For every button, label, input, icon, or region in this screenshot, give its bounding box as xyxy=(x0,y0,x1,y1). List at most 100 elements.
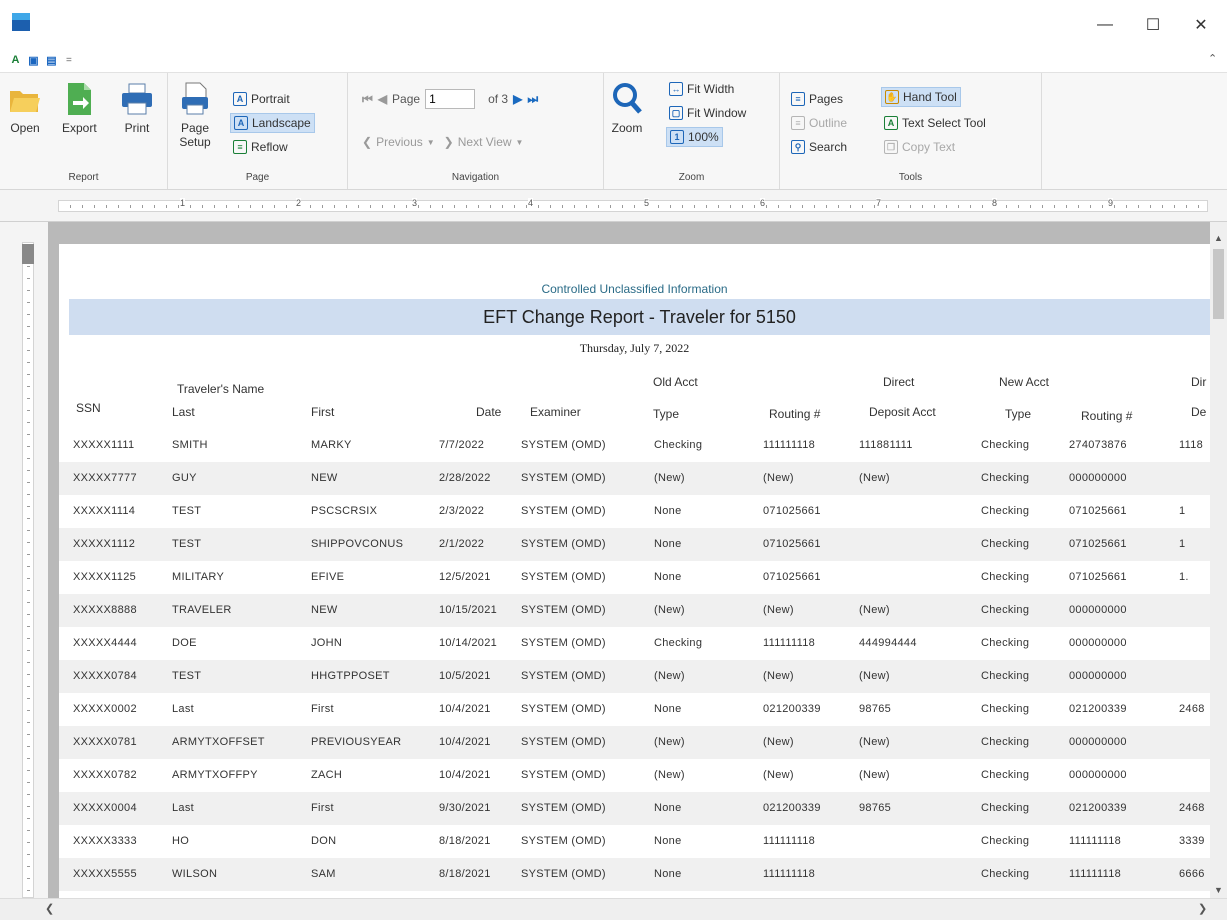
cell-new-type: Checking xyxy=(981,769,1030,781)
table-row: XXXXX1114 TEST PSCSCRSIX 2/3/2022 SYSTEM (OM… xyxy=(59,495,1210,528)
table-row: XXXXX4444 DOE JOHN 10/14/2021 SYSTEM (OMD) Ch… xyxy=(59,627,1210,660)
cell-new-type: Checking xyxy=(981,703,1030,715)
next-view-label: Next View xyxy=(457,135,512,149)
cell-first-name: HHGTPPOSET xyxy=(311,670,390,682)
scroll-right-icon[interactable]: ❯ xyxy=(1198,902,1207,915)
vertical-scroll-thumb[interactable] xyxy=(1213,249,1224,319)
cell-ssn: XXXXX5555 xyxy=(73,868,137,880)
cell-examiner: SYSTEM (OMD) xyxy=(521,835,606,847)
cell-old-routing: (New) xyxy=(763,736,794,748)
ruler-number: 8 xyxy=(992,198,998,208)
collapse-ribbon-icon[interactable]: ⌃ xyxy=(1208,52,1217,65)
cell-ssn: XXXXX0004 xyxy=(73,802,137,814)
cell-examiner: SYSTEM (OMD) xyxy=(521,736,606,748)
minimize-button[interactable]: — xyxy=(1087,10,1123,40)
cell-new-routing: 000000000 xyxy=(1069,736,1127,748)
next-view-button[interactable]: ❯ Next View ▼ xyxy=(444,135,524,149)
cell-new-type: Checking xyxy=(981,835,1030,847)
cell-examiner: SYSTEM (OMD) xyxy=(521,439,606,451)
ruler-number: 6 xyxy=(760,198,766,208)
cell-direct-deposit-acct: (New) xyxy=(859,670,890,682)
cell-examiner: SYSTEM (OMD) xyxy=(521,505,606,517)
header-de: De xyxy=(1191,405,1207,419)
cell-direct-deposit-acct: (New) xyxy=(859,604,890,616)
header-new-acct: New Acct xyxy=(999,375,1050,389)
previous-view-dropdown-icon: ▼ xyxy=(426,137,435,147)
scroll-up-icon[interactable]: ▲ xyxy=(1210,230,1227,246)
cell-last-name: TEST xyxy=(172,670,202,682)
print-preview-quick-icon[interactable]: ▤ xyxy=(44,53,59,68)
cell-new-deposit-acct: 1 xyxy=(1179,505,1186,517)
hand-tool-button[interactable]: ✋ Hand Tool xyxy=(881,87,961,107)
cell-new-type: Checking xyxy=(981,439,1030,451)
horizontal-scrollbar[interactable]: ❮ ❯ xyxy=(0,898,1227,920)
reflow-button[interactable]: ≡ Reflow xyxy=(230,137,291,157)
scroll-left-icon[interactable]: ❮ xyxy=(45,902,54,915)
cell-date: 10/5/2021 xyxy=(439,670,491,682)
cell-new-routing: 000000000 xyxy=(1069,637,1127,649)
cell-first-name: First xyxy=(311,703,334,715)
cell-last-name: WILSON xyxy=(172,868,218,880)
header-last: Last xyxy=(172,405,195,419)
fit-window-button[interactable]: ▢ Fit Window xyxy=(666,103,749,123)
previous-view-icon: ❮ xyxy=(362,135,373,149)
pages-button[interactable]: ≡ Pages xyxy=(788,89,846,109)
export-button[interactable]: Export xyxy=(62,81,97,135)
cell-old-routing: (New) xyxy=(763,670,794,682)
cell-date: 2/1/2022 xyxy=(439,538,485,550)
zoom-100-button[interactable]: 1 100% xyxy=(666,127,723,147)
text-select-quick-icon[interactable]: A xyxy=(8,53,23,68)
cell-old-type: None xyxy=(654,505,682,517)
customize-toolbar-dropdown[interactable]: = xyxy=(66,55,72,66)
scroll-down-icon[interactable]: ▼ xyxy=(1210,882,1227,898)
cell-new-routing: 021200339 xyxy=(1069,802,1127,814)
fit-width-button[interactable]: ↔ Fit Width xyxy=(666,79,737,99)
previous-view-button[interactable]: ❮ Previous ▼ xyxy=(362,135,435,149)
cell-old-routing: 071025661 xyxy=(763,538,821,550)
title-bar: — ☐ ✕ xyxy=(0,0,1227,46)
page-number-input[interactable] xyxy=(425,89,476,109)
cell-date: 10/15/2021 xyxy=(439,604,498,616)
page-setup-button[interactable]: Page Setup xyxy=(178,81,212,149)
cell-last-name: TEST xyxy=(172,505,202,517)
print-button[interactable]: Print xyxy=(120,81,154,135)
cell-new-routing: 021200339 xyxy=(1069,703,1127,715)
header-deposit-acct: Deposit Acct xyxy=(869,405,936,419)
cell-direct-deposit-acct: 444994444 xyxy=(859,637,917,649)
vertical-scrollbar[interactable]: ▲ ▼ xyxy=(1210,222,1227,898)
cell-first-name: ZACH xyxy=(311,769,343,781)
first-page-icon[interactable]: ⏮ xyxy=(362,92,373,107)
landscape-button[interactable]: A Landscape xyxy=(230,113,315,133)
search-button[interactable]: ⚲ Search xyxy=(788,137,850,157)
ruler-number: 5 xyxy=(644,198,650,208)
zoom-button[interactable]: Zoom xyxy=(610,81,644,135)
portrait-button[interactable]: A Portrait xyxy=(230,89,293,109)
cell-direct-deposit-acct: (New) xyxy=(859,472,890,484)
copy-icon: ❐ xyxy=(884,140,898,154)
navigation-group: ⏮ ◀ Page of 3 ▶ ⏭ ❮ Previous ▼ ❯ Next Vi… xyxy=(348,73,604,189)
document-viewer[interactable]: Controlled Unclassified Information EFT … xyxy=(48,222,1210,898)
cell-date: 10/4/2021 xyxy=(439,736,491,748)
cell-old-type: None xyxy=(654,835,682,847)
text-select-tool-button[interactable]: A Text Select Tool xyxy=(881,113,989,133)
quick-access-toolbar: A ▣ ▤ = xyxy=(8,50,72,70)
app-icon xyxy=(12,13,30,31)
previous-page-icon[interactable]: ◀ xyxy=(378,92,387,106)
cell-ssn: XXXXX4444 xyxy=(73,637,137,649)
next-page-icon[interactable]: ▶ xyxy=(513,92,522,106)
maximize-button[interactable]: ☐ xyxy=(1135,10,1171,40)
cell-first-name: First xyxy=(311,802,334,814)
outline-button[interactable]: ≡ Outline xyxy=(788,113,850,133)
cell-new-routing: 274073876 xyxy=(1069,439,1127,451)
table-row: XXXXX1125 MILITARY EFIVE 12/5/2021 SYSTEM (O… xyxy=(59,561,1210,594)
vertical-ruler-scale xyxy=(22,242,34,898)
zoom-quick-icon[interactable]: ▣ xyxy=(26,53,41,68)
page-group-label: Page xyxy=(245,172,270,183)
last-page-icon[interactable]: ⏭ xyxy=(527,92,538,107)
header-examiner: Examiner xyxy=(530,405,581,419)
cell-old-type: (New) xyxy=(654,670,685,682)
copy-text-button[interactable]: ❐ Copy Text xyxy=(881,137,958,157)
cell-old-type: None xyxy=(654,703,682,715)
open-button[interactable]: Open xyxy=(8,81,42,135)
close-button[interactable]: ✕ xyxy=(1183,10,1219,40)
